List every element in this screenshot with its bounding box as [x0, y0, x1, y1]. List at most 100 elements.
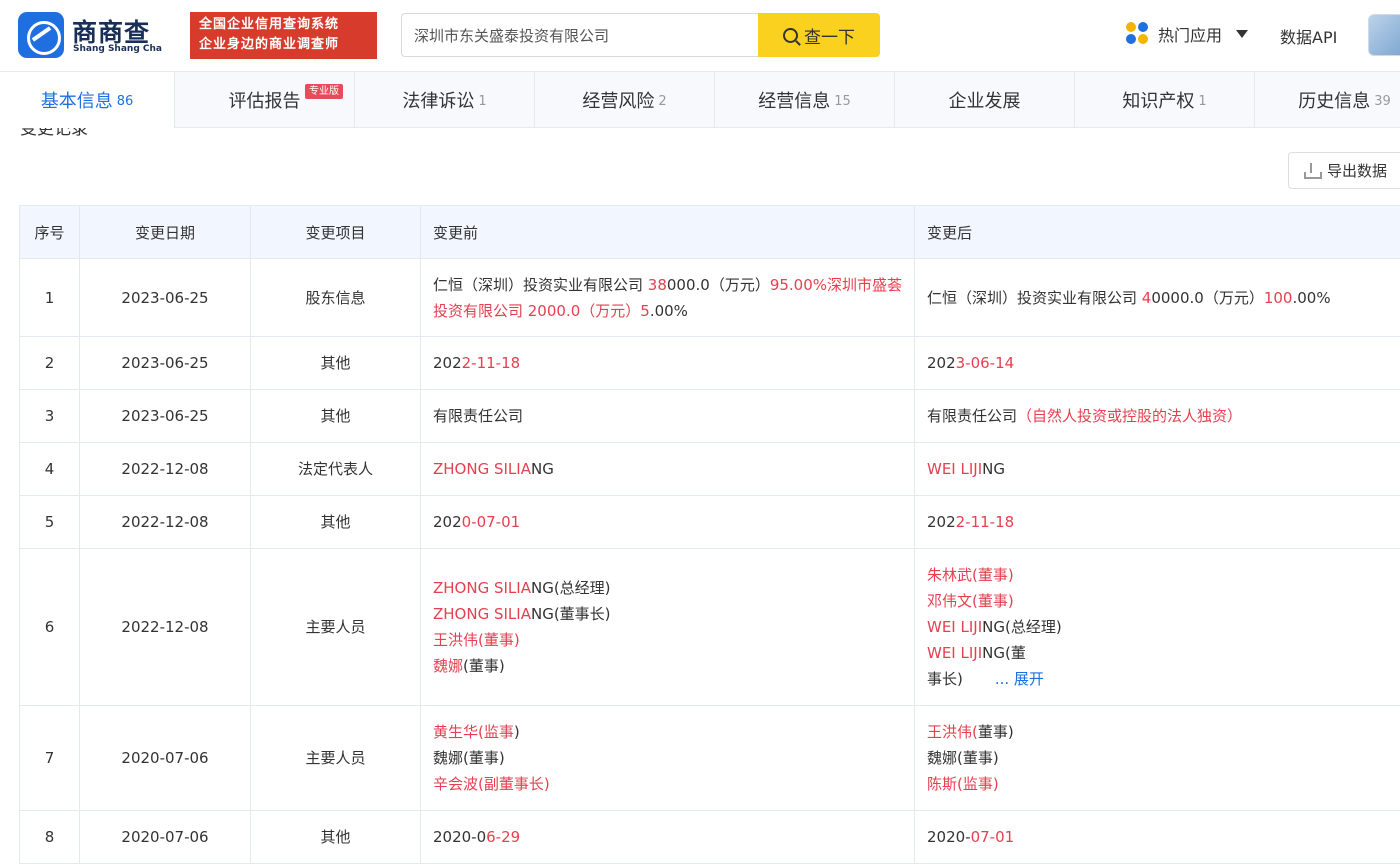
text-segment: 0000.0（万元） [1151, 289, 1264, 307]
cell-line: 王洪伟(董事) [927, 719, 1400, 745]
tab-risk[interactable]: 经营风险 2 [535, 72, 715, 128]
changed-text: WEI LIJI [927, 644, 982, 662]
cell-no: 4 [20, 443, 80, 496]
changed-text: 邓伟文(董事) [927, 592, 1014, 610]
cell-no: 6 [20, 549, 80, 706]
cell-no: 7 [20, 706, 80, 811]
cell-date: 2020-07-06 [80, 706, 251, 811]
cell-before: 2020-07-01 [421, 496, 915, 549]
tab-count: 86 [117, 94, 134, 109]
nav-tabs: 基本信息86 评估报告 法律诉讼1 经营风险 2 经营信息 15 企业发展 知识产权… [0, 72, 1400, 128]
cell-no: 2 [20, 337, 80, 390]
text-segment: ) [514, 723, 520, 741]
cell-line: 王洪伟(董事) [433, 627, 904, 653]
cell-date: 2023-06-25 [80, 337, 251, 390]
cell-line: 魏娜(董事) [433, 745, 904, 771]
cell-line: 事长)... 展开 [927, 666, 1400, 692]
cell-line: 魏娜(董事) [927, 745, 1400, 771]
cell-line: WEI LIJING(董 [927, 640, 1400, 666]
text-segment: 202 [927, 513, 956, 531]
logo-subtitle: Shang Shang Cha [73, 44, 162, 54]
changed-text: 6-29 [486, 828, 520, 846]
text-segment: NG [531, 460, 554, 478]
cell-item: 法定代表人 [251, 443, 421, 496]
cell-date: 2022-12-08 [80, 496, 251, 549]
col-header-after: 变更后 [915, 206, 1400, 259]
cell-after: 2020-07-01 [915, 811, 1400, 864]
search-button[interactable]: 查一下 [758, 13, 880, 57]
cell-after: 仁恒（深圳）投资实业有限公司 40000.0（万元）100.00% [915, 259, 1400, 337]
table-row: 22023-06-25其他2022-11-182023-06-14 [20, 337, 1400, 390]
tab-development[interactable]: 企业发展 [895, 72, 1075, 128]
cell-line: 朱林武(董事) [927, 562, 1400, 588]
col-header-before: 变更前 [421, 206, 915, 259]
hot-apps-menu[interactable]: 热门应用 [1126, 22, 1248, 46]
download-icon [1303, 163, 1319, 179]
cell-item: 股东信息 [251, 259, 421, 337]
tab-legal[interactable]: 法律诉讼1 [355, 72, 535, 128]
text-segment: .00% [1292, 289, 1330, 307]
changed-text: （自然人投资或控股的法人独资） [1017, 407, 1242, 425]
changed-text: 38 [648, 276, 667, 294]
cell-item: 主要人员 [251, 549, 421, 706]
search-input[interactable] [401, 13, 759, 57]
apps-icon [1126, 22, 1150, 46]
cell-before: ZHONG SILIANG [421, 443, 915, 496]
tab-label: 评估报告 [229, 87, 301, 113]
changed-text: 100 [1264, 289, 1293, 307]
search-button-label: 查一下 [804, 23, 855, 48]
changed-text: 07-01 [971, 828, 1015, 846]
changed-text: 魏娜 [433, 657, 463, 675]
cell-item: 其他 [251, 811, 421, 864]
text-segment: 仁恒（深圳）投资实业有限公司 [927, 289, 1142, 307]
changed-text: WEI LIJI [927, 618, 982, 636]
cell-before: ZHONG SILIANG(总经理) ZHONG SILIANG(董事长)王洪伟(… [421, 549, 915, 706]
cell-item: 其他 [251, 390, 421, 443]
changed-text: 王洪伟( [927, 723, 978, 741]
pro-badge: 专业版 [305, 84, 343, 99]
tab-label: 法律诉讼 [402, 87, 474, 113]
text-segment: 魏娜(董事) [927, 749, 999, 767]
table-row: 12023-06-25股东信息仁恒（深圳）投资实业有限公司 38000.0（万元… [20, 259, 1400, 337]
tab-count: 15 [834, 94, 851, 109]
text-segment: NG [982, 460, 1005, 478]
cell-line: WEI LIJING(总经理) [927, 614, 1400, 640]
tab-business-info[interactable]: 经营信息 15 [715, 72, 895, 128]
site-logo[interactable]: 商商查 Shang Shang Cha [18, 12, 168, 60]
tab-label: 企业发展 [949, 87, 1021, 113]
caret-down-icon [1236, 30, 1248, 38]
slogan-banner[interactable]: 全国企业信用查询系统 企业身边的商业调查师 [190, 12, 377, 59]
tab-count: 2 [658, 94, 666, 109]
table-row: 42022-12-08法定代表人ZHONG SILIANGWEI LIJING [20, 443, 1400, 496]
tab-label: 知识产权 [1122, 87, 1194, 113]
expand-link[interactable]: ... 展开 [995, 670, 1044, 688]
cell-no: 1 [20, 259, 80, 337]
logo-icon [18, 12, 64, 58]
tab-assessment-report[interactable]: 评估报告 [175, 72, 355, 128]
changed-text: ZHONG SILIA [433, 460, 531, 478]
tab-label: 经营风险 [582, 87, 654, 113]
slogan-line-2: 企业身边的商业调查师 [199, 35, 368, 55]
avatar[interactable] [1368, 14, 1400, 56]
text-segment: 仁恒（深圳）投资实业有限公司 [433, 276, 648, 294]
text-segment: 202 [433, 354, 462, 372]
data-api-link[interactable]: 数据API [1280, 24, 1337, 48]
text-segment: NG(总经理) [531, 579, 611, 597]
tab-history[interactable]: 历史信息39 [1255, 72, 1400, 128]
text-segment: 事) [993, 723, 1014, 741]
changed-text: 0-07-01 [462, 513, 521, 531]
cell-no: 8 [20, 811, 80, 864]
cell-before: 黄生华(监事)魏娜(董事)辛会波(副董事长) [421, 706, 915, 811]
export-data-button[interactable]: 导出数据 [1288, 152, 1400, 189]
tab-ip[interactable]: 知识产权1 [1075, 72, 1255, 128]
cell-line: ZHONG SILIANG(董事长) [433, 601, 904, 627]
text-segment: 202 [433, 513, 462, 531]
cell-no: 3 [20, 390, 80, 443]
changed-text: 黄生华(监事 [433, 723, 514, 741]
changed-text: ZHONG SILIA [433, 579, 531, 597]
cell-item: 其他 [251, 337, 421, 390]
table-row: 52022-12-08其他2020-07-012022-11-18 [20, 496, 1400, 549]
cell-line: 魏娜(董事) [433, 653, 904, 679]
tab-label: 经营信息 [758, 87, 830, 113]
tab-basic-info[interactable]: 基本信息86 [0, 72, 175, 128]
